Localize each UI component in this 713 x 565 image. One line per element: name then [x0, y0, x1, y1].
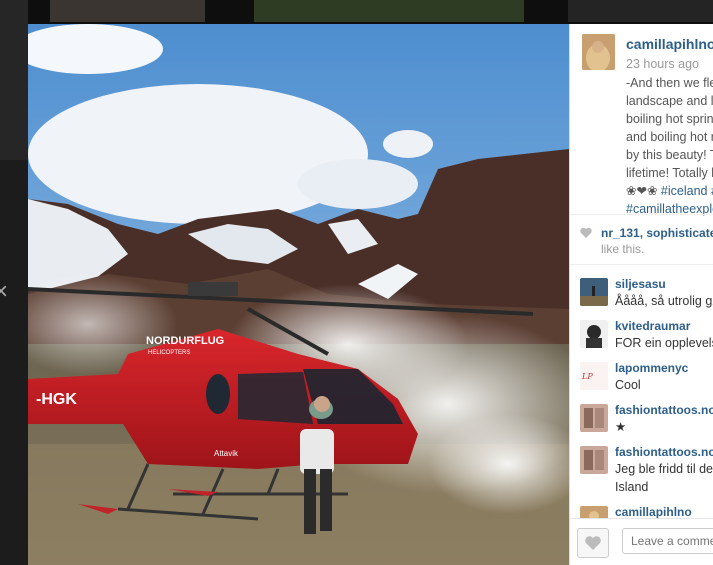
caption-line: and boiling hot r	[626, 130, 713, 144]
comment-text: FOR ein opplevels	[615, 336, 713, 350]
caption-line: ❀❤❀ #iceland #	[626, 182, 713, 200]
caption-line: landscape and la	[626, 94, 713, 108]
thumbnail[interactable]	[254, 0, 524, 22]
avatar[interactable]	[580, 404, 608, 432]
caption-line: boiling hot sprin	[626, 112, 713, 126]
comment-username[interactable]: camillapihlno	[615, 505, 692, 519]
likes-users[interactable]: nr_131, sophisticated	[601, 226, 713, 240]
avatar[interactable]	[580, 320, 608, 348]
helicopter-sub-text: HELICOPTERS	[148, 350, 190, 356]
comment-text: Cool	[615, 378, 641, 392]
comment-username[interactable]: fashiontattoos.no	[615, 403, 713, 417]
avatar[interactable]	[580, 278, 608, 306]
comment-text: ★	[615, 420, 627, 434]
comment-footer	[570, 518, 713, 565]
comment-username[interactable]: kvitedraumar	[615, 319, 690, 333]
previous-post-strip[interactable]: ×	[0, 0, 28, 565]
avatar[interactable]: LP	[580, 362, 608, 390]
post-photo[interactable]: NORDURFLUG HELICOPTERS -HGK Attavik	[28, 24, 569, 565]
comment-text: Jeg ble fridd til de	[615, 462, 713, 476]
caption-line: -And then we fle	[626, 76, 713, 90]
close-icon[interactable]: ×	[0, 280, 8, 304]
post-caption: -And then we fle landscape and la boilin…	[626, 74, 713, 218]
caption-line: by this beauty! T	[626, 148, 713, 162]
comment-text: Island	[615, 480, 649, 494]
comment-text: Åååå, så utrolig gøy	[615, 294, 713, 308]
caption-line: lifetime! Totally l	[626, 166, 713, 180]
post-timestamp[interactable]: 23 hours ago	[626, 57, 699, 71]
comment-input[interactable]	[622, 528, 713, 554]
likes-section	[570, 214, 713, 225]
post-details-panel: camillapihlno 23 hours ago -And then we …	[569, 24, 713, 565]
avatar[interactable]	[580, 446, 608, 474]
owner-avatar[interactable]	[582, 34, 615, 70]
comments-list: siljesasu Åååå, så utrolig gøy kvitedrau…	[570, 264, 713, 534]
helicopter-model-text: Attavik	[214, 449, 239, 458]
comment-username[interactable]: siljesasu	[615, 277, 666, 291]
previous-post-thumbnail[interactable]	[0, 0, 28, 160]
helicopter-brand-text: NORDURFLUG	[146, 335, 224, 347]
thumbnail[interactable]	[50, 0, 205, 22]
helicopter-registration-text: -HGK	[36, 391, 77, 408]
heart-icon	[580, 227, 592, 238]
comment-username[interactable]: lapommenyc	[615, 361, 688, 375]
thumbnail-strip	[28, 0, 713, 24]
svg-text:LP: LP	[581, 372, 593, 381]
owner-username[interactable]: camillapihlno	[626, 36, 713, 52]
comment-username[interactable]: fashiontattoos.no	[615, 445, 713, 459]
like-button[interactable]	[577, 528, 609, 558]
thumbnail[interactable]	[568, 0, 713, 22]
caption-emoji: ❀❤❀	[626, 184, 658, 198]
hashtag-link[interactable]: #iceland #	[661, 184, 713, 198]
likes-suffix: like this.	[601, 242, 645, 256]
heart-icon	[585, 536, 601, 550]
